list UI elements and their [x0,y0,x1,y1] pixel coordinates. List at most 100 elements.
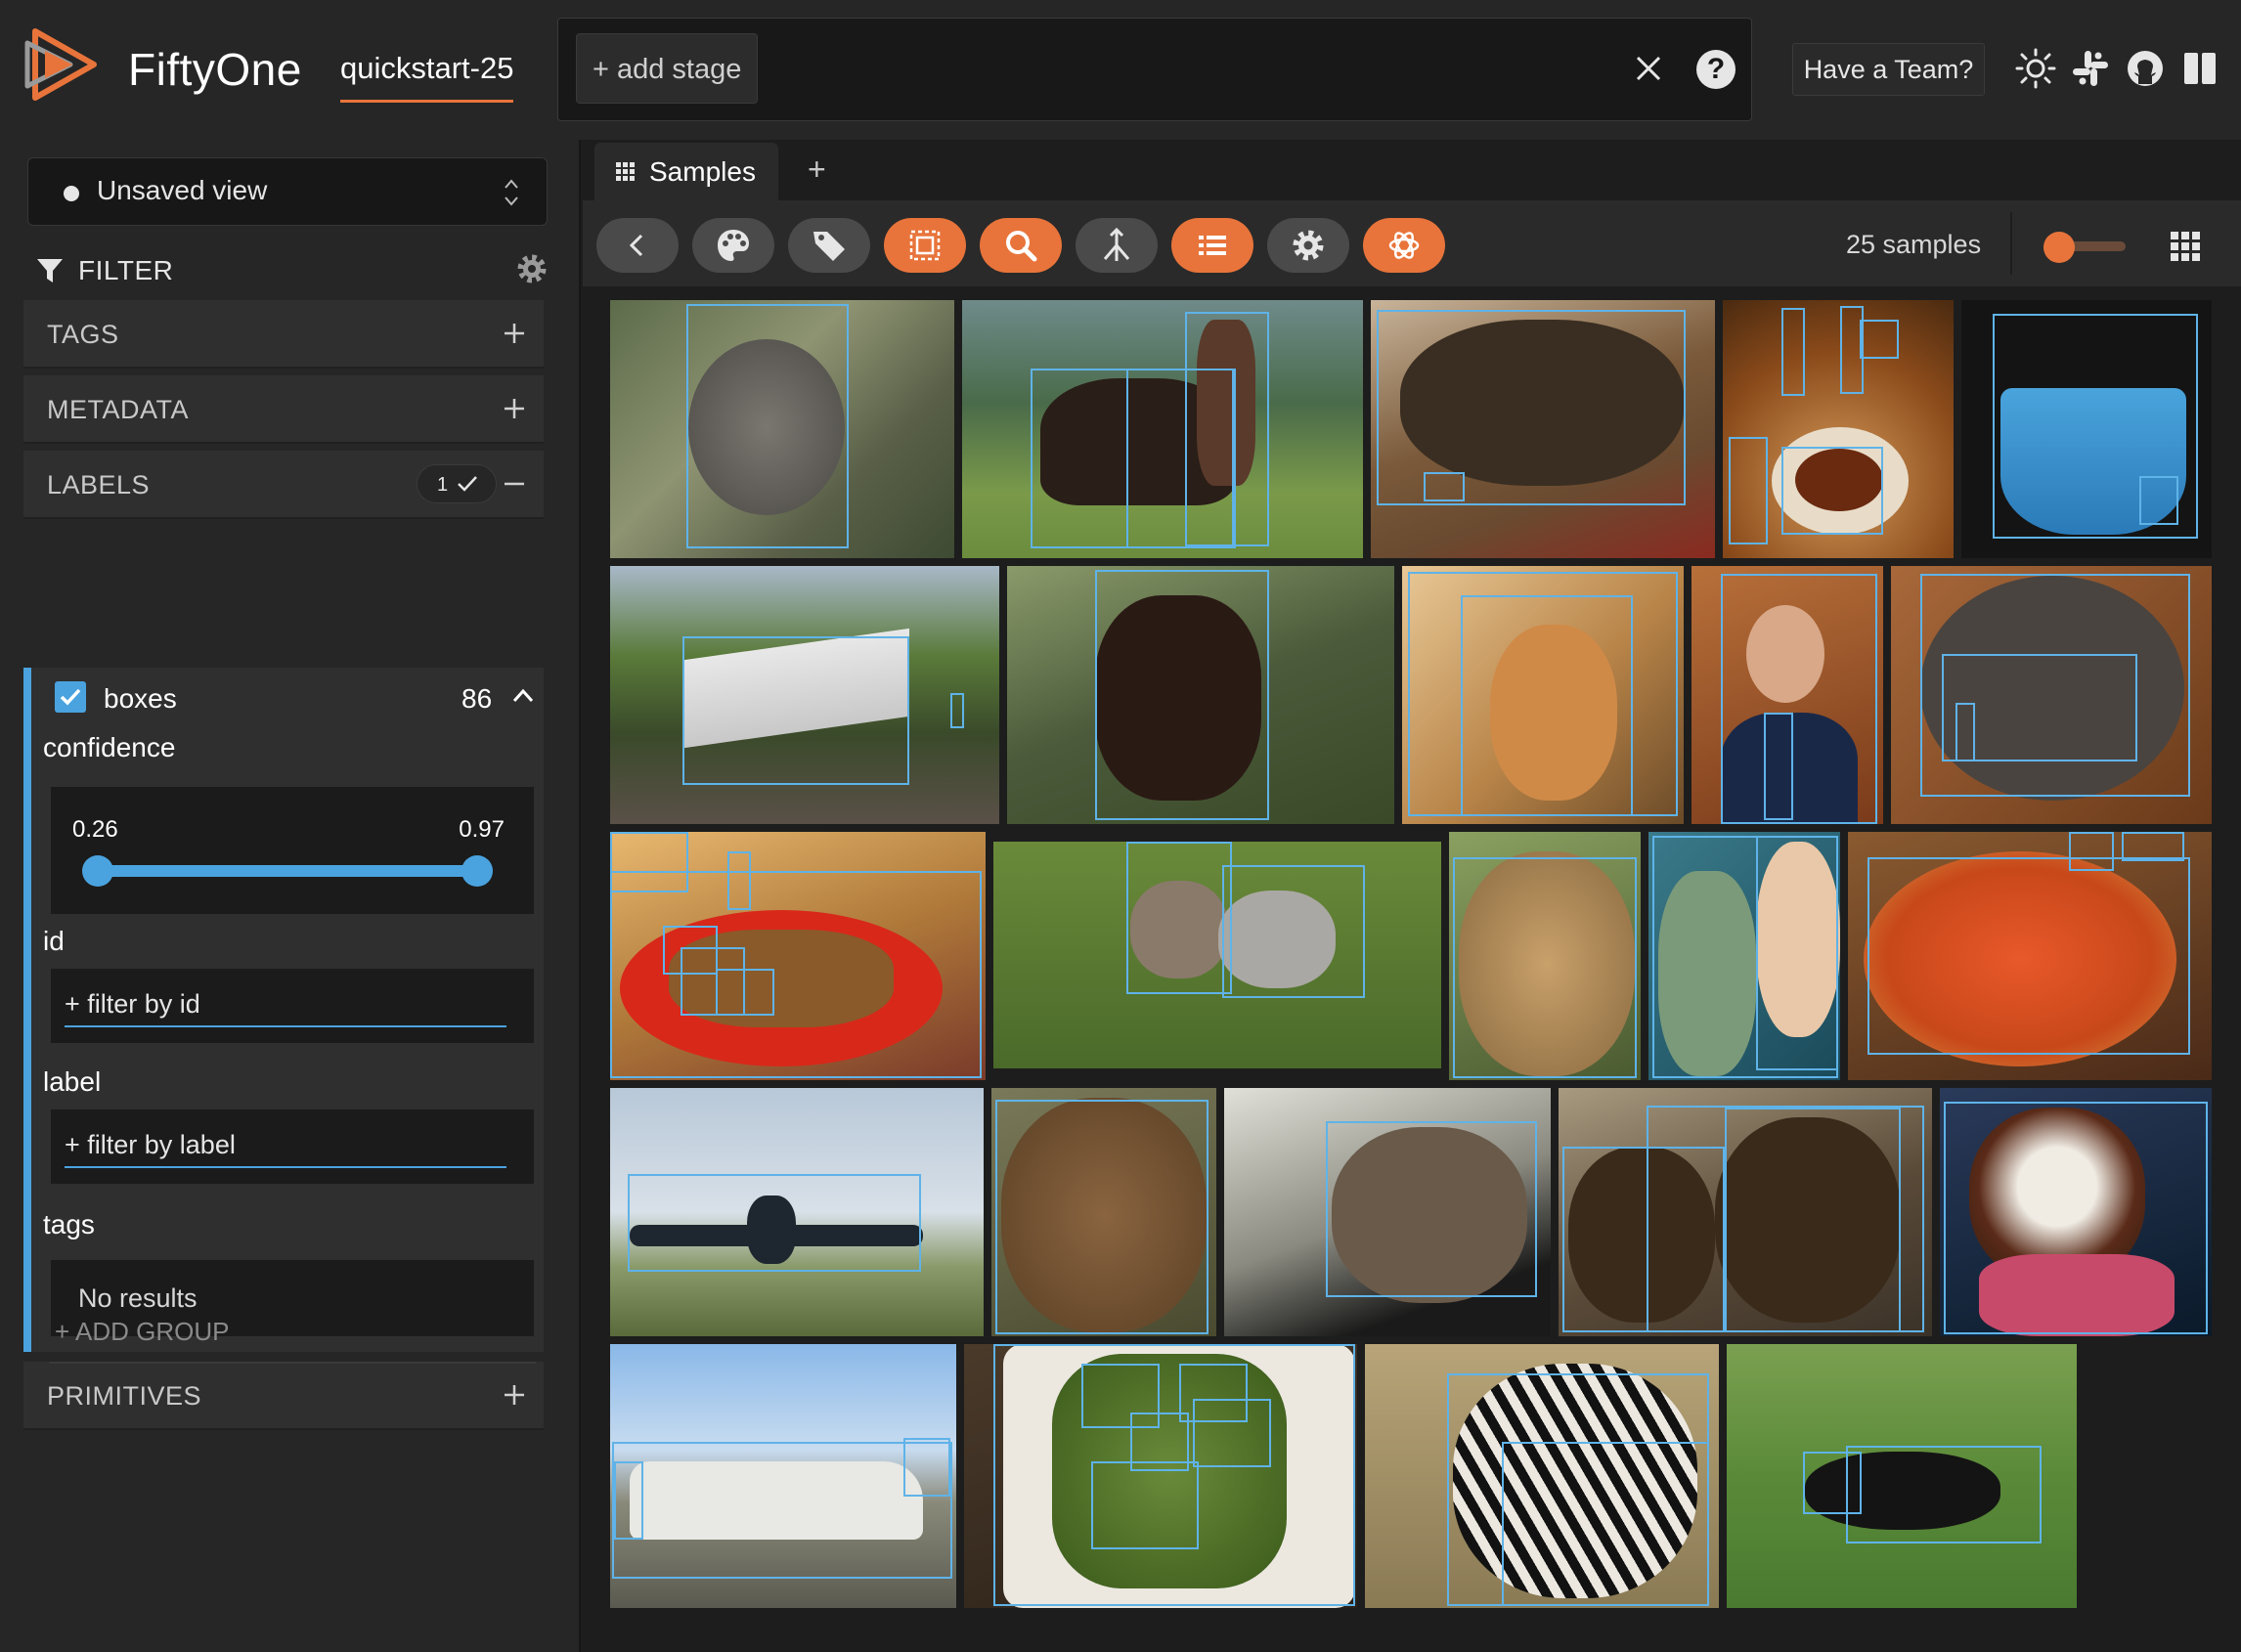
sample-tile[interactable] [964,1344,1357,1608]
have-a-team-button[interactable]: Have a Team? [1792,43,1985,96]
sample-tile[interactable] [1371,300,1715,558]
sample-tile[interactable] [1449,832,1641,1080]
label-list-button[interactable] [1171,218,1253,273]
confidence-label: confidence [43,732,176,762]
sample-tile[interactable] [1007,566,1394,824]
labels-selected-badge[interactable]: 1 [417,464,497,503]
group-title-primitives: PRIMITIVES [47,1381,202,1411]
back-button[interactable] [596,218,679,273]
book-icon[interactable] [2178,47,2221,90]
sample-tile[interactable] [610,1344,956,1608]
sample-tile[interactable] [610,1088,984,1336]
confidence-range-slider[interactable]: 0.26 0.97 [51,787,534,914]
sample-tile[interactable] [1402,566,1684,824]
sample-tile[interactable] [1723,300,1954,558]
sample-tile[interactable] [1961,300,2212,558]
tag-button[interactable] [788,218,870,273]
saved-view-select[interactable]: Unsaved view [27,157,548,226]
gear-icon[interactable] [514,251,549,286]
detection-box [628,1174,921,1272]
help-icon[interactable]: ? [1696,50,1736,89]
color-scheme-button[interactable] [692,218,774,273]
detection-box [1424,472,1465,501]
sample-tile[interactable] [1891,566,2212,824]
zoom-slider-handle[interactable] [2043,232,2075,263]
divider [49,1362,536,1364]
sample-gallery [583,286,2241,1652]
github-icon[interactable] [2124,47,2167,90]
sample-tile[interactable] [1692,566,1883,824]
detection-box [1944,1102,2208,1334]
slider-min-handle[interactable] [82,855,113,887]
similarity-search-button[interactable] [980,218,1062,273]
settings-button[interactable] [1267,218,1349,273]
close-icon[interactable] [1624,44,1673,93]
slack-icon[interactable] [2069,47,2112,90]
id-filter-input[interactable] [65,982,506,1027]
fiftyone-logo-icon[interactable] [22,23,104,106]
detection-box [1868,857,2190,1055]
grid-view-icon[interactable] [2171,232,2200,261]
sample-tile[interactable] [993,842,1441,1068]
detection-box [995,1100,1208,1334]
plus-icon[interactable] [499,393,530,424]
add-tab-button[interactable]: + [808,153,826,185]
plus-icon[interactable] [499,1379,530,1411]
minus-icon[interactable] [499,468,530,500]
boxes-count: 86 [461,683,493,714]
view-bar[interactable]: + add stage ? [557,18,1752,121]
tab-samples-label: Samples [649,156,756,187]
detection-box [1860,320,1899,359]
filter-title: FILTER [78,255,174,285]
tab-samples[interactable]: Samples [594,143,778,200]
unsaved-dot-icon [64,186,79,201]
samples-count: 25 samples [1846,230,1982,259]
dataset-selector[interactable]: quickstart-25 [340,51,514,103]
slider-max-handle[interactable] [461,855,493,887]
detection-box [1955,703,1975,761]
sample-tile[interactable] [1224,1088,1551,1336]
detection-box [1502,1442,1709,1606]
plus-icon[interactable] [499,318,530,349]
boxes-field-name: boxes [104,683,177,714]
group-metadata[interactable]: METADATA [23,375,544,444]
no-results-text: No results [78,1283,198,1313]
detection-box [2069,832,2114,871]
detection-box [1781,308,1805,396]
add-group-button[interactable]: + ADD GROUP [55,1317,229,1347]
patches-button[interactable] [884,218,966,273]
chevron-left-icon [629,234,643,257]
sample-tile[interactable] [1648,832,1840,1080]
view-select-label: Unsaved view [97,175,268,205]
group-title-labels: LABELS [47,470,151,500]
sample-tile[interactable] [1940,1088,2212,1336]
embeddings-button[interactable] [1076,218,1158,273]
detection-box [1756,836,1838,1070]
sample-tile[interactable] [610,300,954,558]
group-tags[interactable]: TAGS [23,300,544,369]
detection-box [1095,570,1269,820]
gear-icon [1293,230,1324,261]
sample-tile[interactable] [1365,1344,1719,1608]
add-stage-button[interactable]: + add stage [576,33,759,104]
chevron-up-icon[interactable] [510,683,536,709]
boxes-checkbox[interactable] [55,681,86,713]
sun-icon[interactable] [2014,47,2057,90]
openai-button[interactable] [1363,218,1445,273]
sample-tile[interactable] [610,566,999,824]
sample-tile[interactable] [1848,832,2212,1080]
sample-tile[interactable] [610,832,986,1080]
detection-box [1091,1461,1199,1549]
group-primitives[interactable]: PRIMITIVES [23,1362,544,1430]
sample-tile[interactable] [991,1088,1216,1336]
id-label: id [43,926,65,956]
updown-chevron-icon [505,179,518,206]
group-labels[interactable]: LABELS 1 [23,451,544,519]
slider-track[interactable] [98,865,477,877]
merge-icon [1103,227,1130,261]
sample-tile[interactable] [1559,1088,1932,1336]
detection-box [614,1461,643,1540]
label-filter-input[interactable] [65,1123,506,1168]
sample-tile[interactable] [1727,1344,2077,1608]
sample-tile[interactable] [962,300,1363,558]
